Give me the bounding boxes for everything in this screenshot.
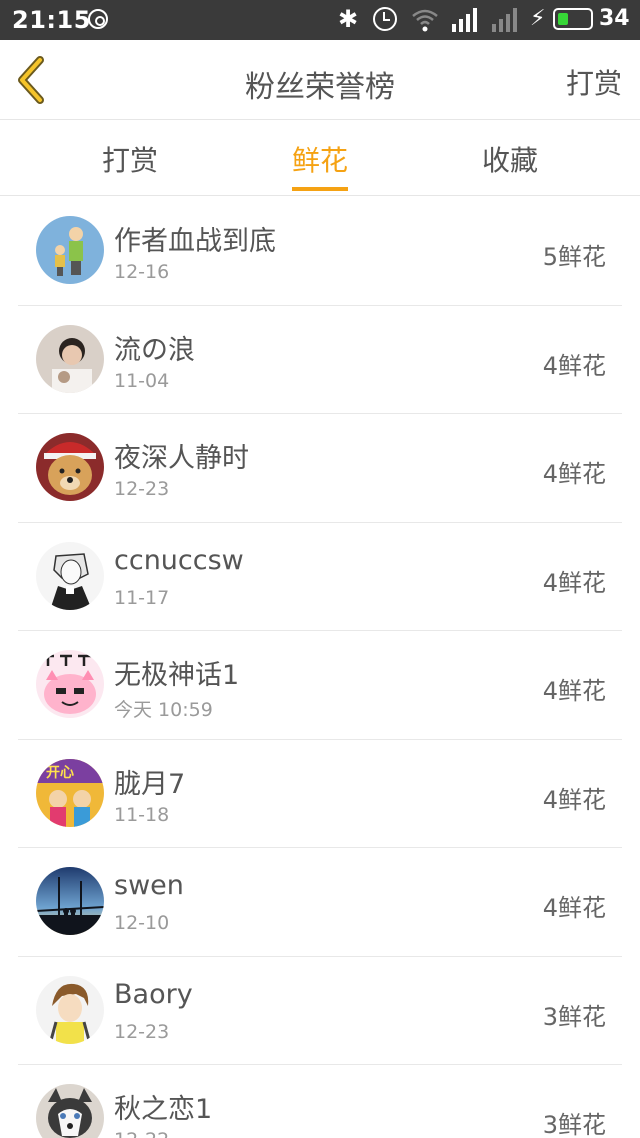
svg-text:开心: 开心 bbox=[46, 765, 74, 781]
battery-level bbox=[558, 13, 568, 25]
fan-name: ccnuccsw bbox=[114, 544, 244, 576]
avatar bbox=[36, 324, 104, 393]
fan-name: swen bbox=[114, 870, 184, 901]
flower-count: 4鲜花 bbox=[542, 460, 606, 488]
avatar bbox=[36, 216, 104, 284]
bluetooth-icon: ✱ bbox=[338, 5, 359, 33]
avatar bbox=[36, 433, 104, 501]
list-item[interactable]: Baory 12-23 3鲜花 bbox=[18, 957, 622, 1065]
page-title: 粉丝荣誉榜 bbox=[245, 70, 395, 105]
reward-button[interactable]: 打赏 bbox=[566, 62, 622, 102]
fan-date: 12-10 bbox=[114, 912, 170, 934]
fan-name: Baory bbox=[114, 978, 193, 1010]
fan-list: 作者血战到底 12-16 5鲜花 流の浪 11-04 4鲜花 夜深人静时 12-… bbox=[0, 197, 640, 1138]
flower-count: 4鲜花 bbox=[542, 785, 606, 814]
fan-date: 12-16 bbox=[114, 261, 170, 283]
list-item[interactable]: 开心 胧月7 11-18 4鲜花 bbox=[18, 740, 622, 848]
flower-count: 4鲜花 bbox=[542, 351, 606, 380]
wifi-icon bbox=[412, 9, 438, 32]
tab-favorites[interactable]: 收藏 bbox=[450, 139, 570, 179]
tab-flowers[interactable]: 鲜花 bbox=[260, 139, 380, 179]
app-header: 粉丝荣誉榜 打赏 bbox=[0, 40, 640, 120]
avatar: 开心 bbox=[36, 758, 104, 827]
fan-name: 胧月7 bbox=[114, 768, 186, 800]
list-item[interactable]: 作者血战到底 12-16 5鲜花 bbox=[18, 197, 622, 306]
fan-name: 秋之恋1 bbox=[114, 1094, 213, 1125]
battery-percent: 34 bbox=[599, 6, 630, 31]
flower-count: 4鲜花 bbox=[542, 568, 606, 597]
battery-icon bbox=[553, 8, 593, 30]
avatar bbox=[36, 1084, 104, 1138]
avatar bbox=[36, 541, 104, 610]
fan-name: 夜深人静时 bbox=[114, 443, 249, 474]
flower-count: 4鲜花 bbox=[542, 894, 606, 922]
alarm-icon bbox=[373, 7, 397, 31]
fan-date: 12-22 bbox=[114, 1129, 169, 1138]
fan-date: 12-23 bbox=[114, 478, 170, 500]
tab-reward[interactable]: 打赏 bbox=[70, 139, 190, 179]
list-item[interactable]: swen 12-10 4鲜花 bbox=[18, 848, 622, 957]
flower-count: 3鲜花 bbox=[542, 1002, 606, 1031]
tab-bar: 打赏 鲜花 收藏 bbox=[0, 121, 640, 196]
fan-date: 11-17 bbox=[114, 586, 170, 609]
list-item[interactable]: 夜深人静时 12-23 4鲜花 bbox=[18, 414, 622, 523]
status-time: 21:15 bbox=[12, 6, 91, 34]
fan-date: 今天 10:59 bbox=[114, 699, 213, 721]
fan-date: 11-18 bbox=[114, 803, 170, 826]
status-bar: 21:15 ✱ ⚡ 34 bbox=[0, 0, 640, 40]
netease-icon bbox=[88, 9, 108, 29]
fan-date: 12-23 bbox=[114, 1020, 170, 1043]
flower-count: 5鲜花 bbox=[542, 243, 606, 271]
list-item[interactable]: 无极神话1 今天 10:59 4鲜花 bbox=[18, 631, 622, 740]
list-item[interactable]: 秋之恋1 12-22 3鲜花 bbox=[18, 1065, 622, 1138]
list-item[interactable]: ccnuccsw 11-17 4鲜花 bbox=[18, 523, 622, 631]
avatar bbox=[36, 975, 104, 1044]
charging-icon: ⚡ bbox=[530, 6, 546, 31]
flower-count: 4鲜花 bbox=[542, 677, 606, 705]
signal-icon bbox=[452, 8, 477, 32]
fan-name: 作者血战到底 bbox=[114, 226, 276, 257]
fan-date: 11-04 bbox=[114, 369, 170, 392]
avatar bbox=[36, 650, 104, 718]
avatar bbox=[36, 867, 104, 935]
fan-name: 流の浪 bbox=[114, 334, 195, 366]
flower-count: 3鲜花 bbox=[542, 1111, 606, 1138]
fan-name: 无极神话1 bbox=[114, 660, 240, 691]
active-tab-indicator bbox=[292, 187, 348, 191]
signal-secondary-icon bbox=[492, 8, 517, 32]
list-item[interactable]: 流の浪 11-04 4鲜花 bbox=[18, 306, 622, 414]
